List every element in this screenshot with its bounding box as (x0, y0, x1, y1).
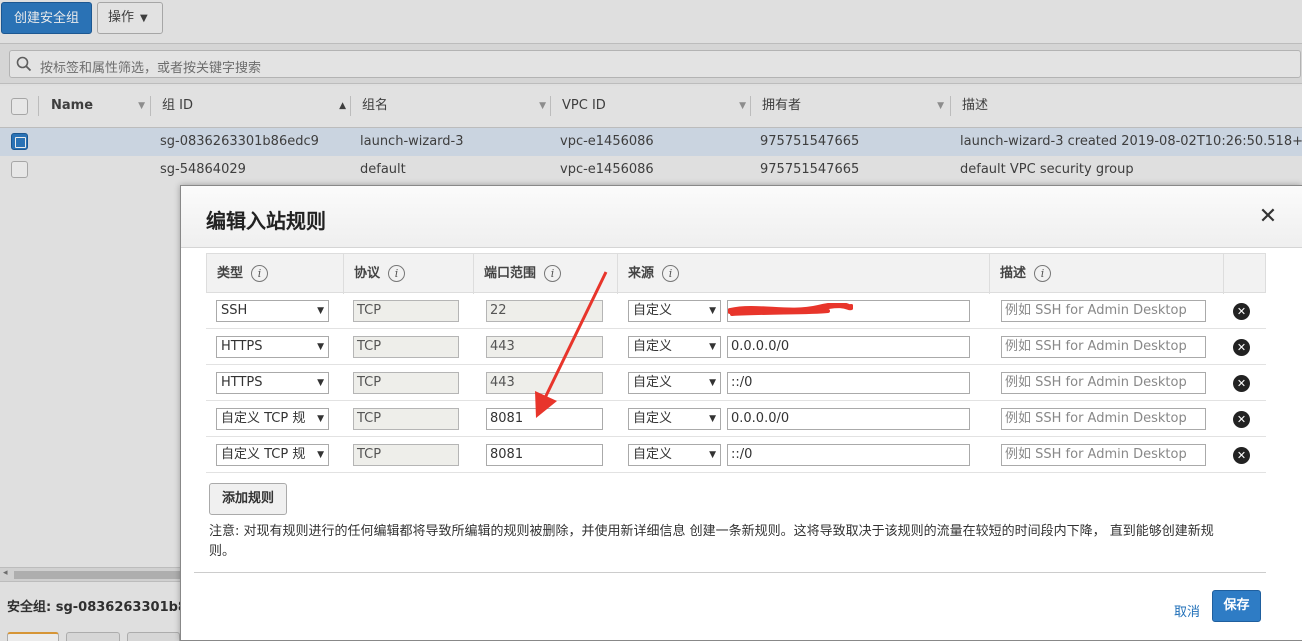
edit-warning-note: 注意: 对现有规则进行的任何编辑都将导致所编辑的规则被删除，并使用新详细信息 创… (209, 524, 1214, 559)
protocol-field: TCP (353, 372, 459, 394)
description-input[interactable]: 例如 SSH for Admin Desktop (1001, 408, 1206, 430)
dialog-header: 编辑入站规则 ✕ (181, 186, 1302, 248)
header-description: 描述 i (1000, 254, 1052, 294)
delete-rule-icon[interactable]: ✕ (1233, 411, 1250, 428)
header-port-range: 端口范围 i (484, 254, 562, 294)
source-input[interactable]: 0.0.0.0/0 (727, 408, 970, 430)
source-type-select[interactable]: 自定义 ▼ (628, 444, 721, 466)
column-divider (343, 254, 344, 294)
description-input[interactable]: 例如 SSH for Admin Desktop (1001, 372, 1206, 394)
info-icon[interactable]: i (251, 265, 269, 282)
redaction-scribble (728, 303, 853, 316)
port-range-field: 443 (486, 336, 603, 358)
dropdown-arrow-icon: ▼ (709, 450, 716, 460)
rules-header: 类型 i 协议 i 端口范围 i 来源 i 描述 i (206, 253, 1266, 294)
type-select[interactable]: 自定义 TCP 规 ▼ (216, 408, 329, 430)
type-select[interactable]: 自定义 TCP 规 ▼ (216, 444, 329, 466)
footer-divider (194, 572, 1266, 573)
rule-row: HTTPS ▼ TCP 443 自定义 ▼ ::/0 例如 SSH for Admi… (206, 365, 1266, 401)
dropdown-arrow-icon: ▼ (709, 342, 716, 352)
save-button[interactable]: 保存 (1212, 590, 1261, 622)
protocol-field: TCP (353, 336, 459, 358)
add-rule-button[interactable]: 添加规则 (209, 483, 287, 515)
protocol-field: TCP (353, 408, 459, 430)
rule-row: 自定义 TCP 规 ▼ TCP 8081 自定义 ▼ 0.0.0.0/0 例如 SS… (206, 401, 1266, 437)
source-type-select[interactable]: 自定义 ▼ (628, 408, 721, 430)
source-type-select[interactable]: 自定义 ▼ (628, 372, 721, 394)
source-type-select[interactable]: 自定义 ▼ (628, 336, 721, 358)
description-input[interactable]: 例如 SSH for Admin Desktop (1001, 300, 1206, 322)
header-protocol: 协议 i (354, 254, 406, 294)
rule-row: SSH ▼ TCP 22 自定义 ▼ 例如 SSH for Admin Deskto… (206, 293, 1266, 329)
dropdown-arrow-icon: ▼ (317, 414, 324, 424)
column-divider (473, 254, 474, 294)
type-select[interactable]: SSH ▼ (216, 300, 329, 322)
info-icon[interactable]: i (544, 265, 562, 282)
column-divider (989, 254, 990, 294)
delete-rule-icon[interactable]: ✕ (1233, 447, 1250, 464)
cancel-link[interactable]: 取消 (1174, 601, 1200, 620)
type-select[interactable]: HTTPS ▼ (216, 372, 329, 394)
dropdown-arrow-icon: ▼ (709, 378, 716, 388)
header-type: 类型 i (217, 254, 269, 294)
dropdown-arrow-icon: ▼ (709, 414, 716, 424)
delete-rule-icon[interactable]: ✕ (1233, 339, 1250, 356)
dialog-title: 编辑入站规则 (206, 209, 326, 233)
close-icon[interactable]: ✕ (1257, 206, 1279, 228)
port-range-input[interactable]: 8081 (486, 444, 603, 466)
column-divider (617, 254, 618, 294)
protocol-field: TCP (353, 444, 459, 466)
info-icon[interactable]: i (1034, 265, 1052, 282)
rule-row: HTTPS ▼ TCP 443 自定义 ▼ 0.0.0.0/0 例如 SSH for… (206, 329, 1266, 365)
port-range-field: 443 (486, 372, 603, 394)
dropdown-arrow-icon: ▼ (317, 378, 324, 388)
rule-row: 自定义 TCP 规 ▼ TCP 8081 自定义 ▼ ::/0 例如 SSH for… (206, 437, 1266, 473)
port-range-field: 22 (486, 300, 603, 322)
dropdown-arrow-icon: ▼ (317, 306, 324, 316)
header-source: 来源 i (628, 254, 680, 294)
info-icon[interactable]: i (388, 265, 406, 282)
port-range-input[interactable]: 8081 (486, 408, 603, 430)
description-input[interactable]: 例如 SSH for Admin Desktop (1001, 336, 1206, 358)
dropdown-arrow-icon: ▼ (709, 306, 716, 316)
delete-rule-icon[interactable]: ✕ (1233, 375, 1250, 392)
source-input[interactable]: ::/0 (727, 372, 970, 394)
column-divider (1223, 254, 1224, 294)
source-type-select[interactable]: 自定义 ▼ (628, 300, 721, 322)
dropdown-arrow-icon: ▼ (317, 450, 324, 460)
delete-rule-icon[interactable]: ✕ (1233, 303, 1250, 320)
protocol-field: TCP (353, 300, 459, 322)
dropdown-arrow-icon: ▼ (317, 342, 324, 352)
source-input[interactable]: ::/0 (727, 444, 970, 466)
source-input[interactable] (727, 300, 970, 322)
source-input[interactable]: 0.0.0.0/0 (727, 336, 970, 358)
info-icon[interactable]: i (662, 265, 680, 282)
description-input[interactable]: 例如 SSH for Admin Desktop (1001, 444, 1206, 466)
type-select[interactable]: HTTPS ▼ (216, 336, 329, 358)
edit-inbound-rules-dialog: 编辑入站规则 ✕ 类型 i 协议 i 端口范围 i 来源 i 描述 i SSH ▼ TCP … (180, 185, 1302, 641)
